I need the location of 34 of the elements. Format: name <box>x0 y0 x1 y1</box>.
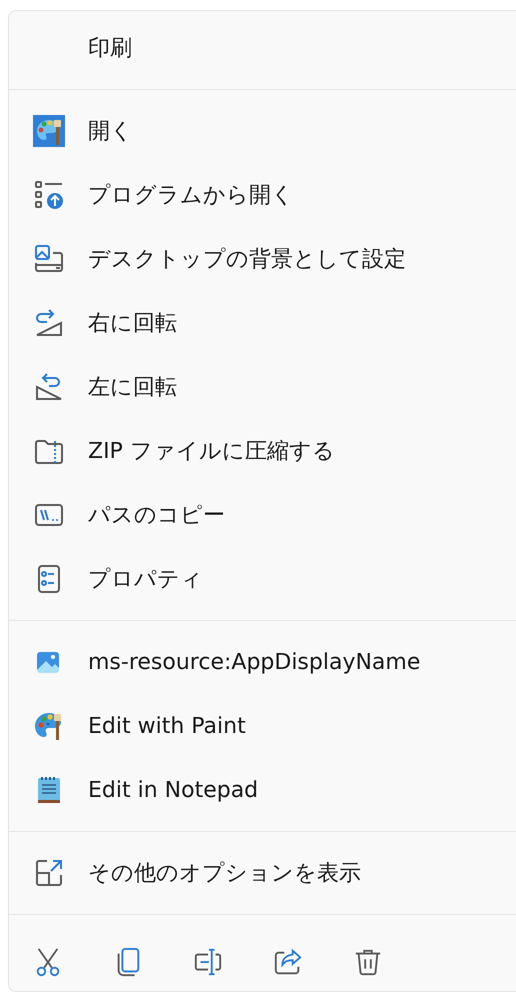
menu-item[interactable]: その他のオプションを表示 <box>9 841 516 905</box>
menu-item-label: 左に回転 <box>88 374 177 402</box>
list-with-arrow-icon <box>33 179 65 211</box>
menu-item[interactable]: プログラムから開く <box>9 163 516 227</box>
share-icon <box>273 947 303 977</box>
menu-item-label: Edit with Paint <box>88 714 246 738</box>
menu-item-label: Edit in Notepad <box>88 778 258 802</box>
menu-item[interactable]: 左に回転 <box>9 355 516 419</box>
trash-icon <box>353 947 383 977</box>
menu-item-label: 右に回転 <box>88 310 177 338</box>
expand-arrow-icon <box>33 857 65 889</box>
menu-item[interactable]: ms-resource:AppDisplayName <box>9 630 516 694</box>
menu-item[interactable]: デスクトップの背景として設定 <box>9 227 516 291</box>
menu-item[interactable]: ZIP ファイルに圧縮する <box>9 419 516 483</box>
picture-monitor-icon <box>33 243 65 275</box>
menu-item-label: 開く <box>88 118 133 146</box>
menu-item-label: プログラムから開く <box>88 182 294 210</box>
menu-item[interactable]: 右に回転 <box>9 291 516 355</box>
menu-item[interactable]: プロパティ <box>9 547 516 611</box>
menu-item-label: デスクトップの背景として設定 <box>88 246 406 274</box>
menu-item[interactable]: Edit with Paint <box>9 694 516 758</box>
rename-icon <box>193 947 223 977</box>
menu-item-label: ZIP ファイルに圧縮する <box>88 438 335 466</box>
menu-item-label: その他のオプションを表示 <box>88 860 361 888</box>
menu-item[interactable]: Edit in Notepad <box>9 758 516 822</box>
menu-item-label: ms-resource:AppDisplayName <box>88 650 420 674</box>
menu-item-label: プロパティ <box>88 566 203 594</box>
menu-item-label: パスのコピー <box>88 502 225 530</box>
menu-item[interactable]: パスのコピー <box>9 483 516 547</box>
menu-item-label: 印刷 <box>88 35 132 63</box>
menu-item[interactable]: 開く <box>9 99 516 163</box>
menu-item[interactable]: 印刷 <box>9 16 516 80</box>
rotate-right-icon <box>33 307 65 339</box>
palette-icon <box>33 115 65 147</box>
